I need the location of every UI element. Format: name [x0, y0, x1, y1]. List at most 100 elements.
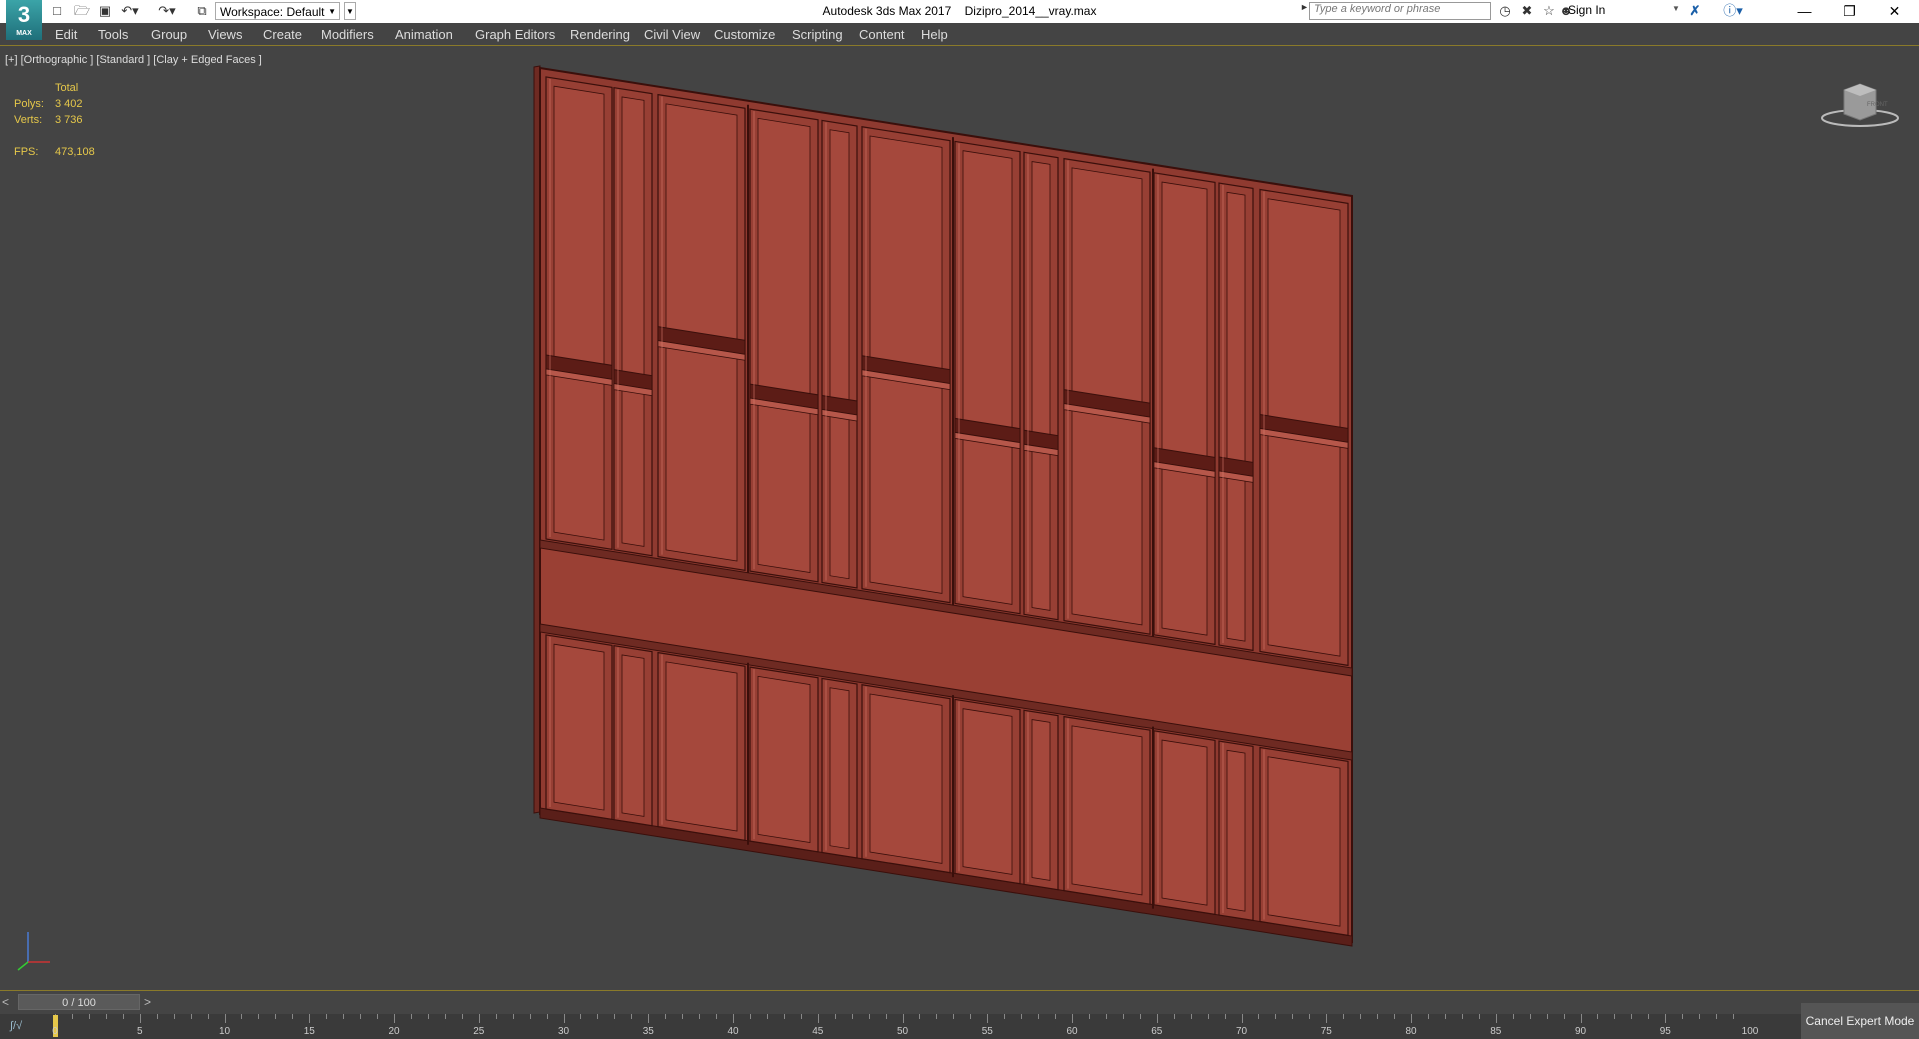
ruler-tick-label: 30 [557, 1026, 570, 1037]
chevron-down-icon: ▼ [328, 7, 336, 16]
lower-recess-inner [757, 675, 811, 844]
ruler-tick-label: 35 [642, 1026, 654, 1037]
open-file-icon[interactable]: 🗁 [74, 2, 90, 20]
upper-recess-inner [553, 85, 605, 541]
undo-icon[interactable]: ↶▾ [120, 2, 140, 20]
menu-create[interactable]: Create [263, 27, 302, 42]
upper-recess-inner [1161, 181, 1208, 636]
menu-animation[interactable]: Animation [395, 27, 453, 42]
lower-recess-inner [553, 643, 605, 811]
menu-tools[interactable]: Tools [98, 27, 128, 42]
stats-total-label: Total [55, 82, 79, 94]
stats-polys-value: 3 402 [55, 98, 83, 110]
menu-rendering[interactable]: Rendering [570, 27, 630, 42]
lower-recess-inner [1031, 719, 1051, 881]
menu-modifiers[interactable]: Modifiers [321, 27, 374, 42]
upper-recess-inner [757, 117, 811, 574]
ruler-tick-label: 10 [218, 1026, 231, 1037]
menu-civil-view[interactable]: Civil View [644, 27, 700, 42]
menu-bar: Edit Tools Group Views Create Modifiers … [0, 23, 1919, 46]
chevron-left-icon[interactable]: < [2, 995, 9, 1009]
ruler-tick-label: 65 [1151, 1026, 1163, 1037]
app-logo[interactable]: 3 MAX [6, 0, 42, 40]
ruler-tick-label: 75 [1320, 1026, 1332, 1037]
axis-tripod-icon [17, 932, 50, 971]
viewport-label[interactable]: [+] [Orthographic ] [Standard ] [Clay + … [5, 54, 262, 66]
sign-in-button[interactable]: Sign In [1568, 3, 1605, 17]
search-expand-icon[interactable]: ► [1300, 2, 1309, 12]
time-slider-bar: < 0 / 100 > [0, 990, 1919, 1015]
ruler-tick-label: 80 [1405, 1026, 1417, 1037]
ruler-tick-label: 85 [1490, 1026, 1502, 1037]
lower-recess-inner [1071, 725, 1143, 896]
project-folder-icon[interactable]: ⧉ [194, 2, 210, 20]
viewcube-face-label: FRONT [1867, 102, 1888, 108]
track-bar[interactable]: ∫/√ 0 5 10 15 20 25 30 35 40 45 50 55 60 65 70 75 80 85 90… [0, 1014, 1919, 1039]
exchange-icon[interactable]: ✗ [1686, 2, 1704, 20]
menu-graph-editors[interactable]: Graph Editors [475, 27, 555, 42]
ruler-tick-label: 15 [303, 1026, 315, 1037]
minimize-icon[interactable]: — [1782, 0, 1827, 23]
close-icon[interactable]: ✕ [1872, 0, 1917, 23]
lower-recess-inner [962, 708, 1013, 875]
model-view [533, 65, 1353, 947]
menu-views[interactable]: Views [208, 27, 242, 42]
new-file-icon[interactable]: □ [50, 2, 64, 20]
menu-edit[interactable]: Edit [55, 27, 77, 42]
upper-recess-inner [621, 96, 645, 547]
lower-recess-inner [829, 687, 850, 850]
lower-recess-inner [869, 693, 943, 864]
chevron-down-icon[interactable]: ▼ [1672, 4, 1680, 13]
lower-recess-inner [1161, 739, 1208, 906]
tools-icon[interactable]: ✖ [1518, 2, 1536, 20]
ruler-tick-label: 60 [1066, 1026, 1078, 1037]
ruler-tick-label: 25 [473, 1026, 485, 1037]
app-logo-text: 3 [17, 2, 31, 27]
ruler-tick-label: 95 [1659, 1026, 1671, 1037]
viewcube-icon[interactable]: FRONT [1820, 76, 1900, 136]
menu-content[interactable]: Content [859, 27, 905, 42]
help-icon[interactable]: ⓘ▾ [1720, 2, 1746, 20]
file-name: Dizipro_2014__vray.max [964, 4, 1097, 18]
ruler-tick-label: 45 [812, 1026, 824, 1037]
ruler-tick-label: 0 [52, 1026, 58, 1037]
ruler-tick-label: 90 [1574, 1026, 1587, 1037]
title-bar: □ 🗁 ▣ ↶▾ ↷▾ ⧉ Workspace: Default ▼ ▼ Auto… [0, 0, 1919, 23]
lower-recess-inner [1267, 756, 1341, 927]
workspace-menu-icon[interactable]: ▼ [344, 2, 356, 20]
search-input[interactable]: Type a keyword or phrase [1309, 2, 1491, 20]
time-slider[interactable]: 0 / 100 [18, 994, 140, 1010]
stats-verts-label: Verts: [14, 114, 43, 126]
viewport[interactable]: [+] [Orthographic ] [Standard ] [Clay + … [0, 46, 1919, 990]
ruler-tick-label: 50 [896, 1026, 909, 1037]
lower-recess-inner [621, 654, 645, 817]
upper-recess-inner [829, 129, 850, 580]
menu-help[interactable]: Help [921, 27, 948, 42]
ruler-tick-label: 40 [727, 1026, 739, 1037]
menu-group[interactable]: Group [151, 27, 187, 42]
workspace-dropdown[interactable]: Workspace: Default ▼ [215, 2, 340, 20]
ruler-tick-label: 55 [981, 1026, 993, 1037]
star-icon[interactable]: ☆ [1540, 2, 1558, 20]
menu-scripting[interactable]: Scripting [792, 27, 843, 42]
redo-icon[interactable]: ↷▾ [156, 2, 178, 20]
upper-recess-inner [1226, 191, 1246, 642]
restore-icon[interactable]: ❐ [1827, 0, 1872, 23]
lower-recess-inner [1226, 749, 1246, 912]
binoculars-icon[interactable]: ◷ [1496, 2, 1514, 20]
stats-polys-label: Polys: [14, 98, 44, 110]
menu-customize[interactable]: Customize [714, 27, 775, 42]
ruler-tick-label: 70 [1235, 1026, 1248, 1037]
save-icon[interactable]: ▣ [98, 2, 112, 20]
stats-fps-value: 473,108 [55, 146, 95, 158]
cancel-expert-mode-button[interactable]: Cancel Expert Mode [1801, 1003, 1919, 1039]
stats-fps-label: FPS: [14, 146, 39, 158]
app-logo-sub: MAX [16, 30, 32, 37]
curve-editor-icon[interactable]: ∫/√ [10, 1020, 22, 1032]
upper-recess-inner [1031, 161, 1051, 611]
ruler-tick-label: 5 [136, 1026, 143, 1037]
lower-recess-inner [665, 661, 738, 832]
workspace-label: Workspace: Default [220, 5, 325, 19]
chevron-right-icon[interactable]: > [144, 995, 151, 1009]
app-name: Autodesk 3ds Max 2017 [822, 4, 952, 18]
